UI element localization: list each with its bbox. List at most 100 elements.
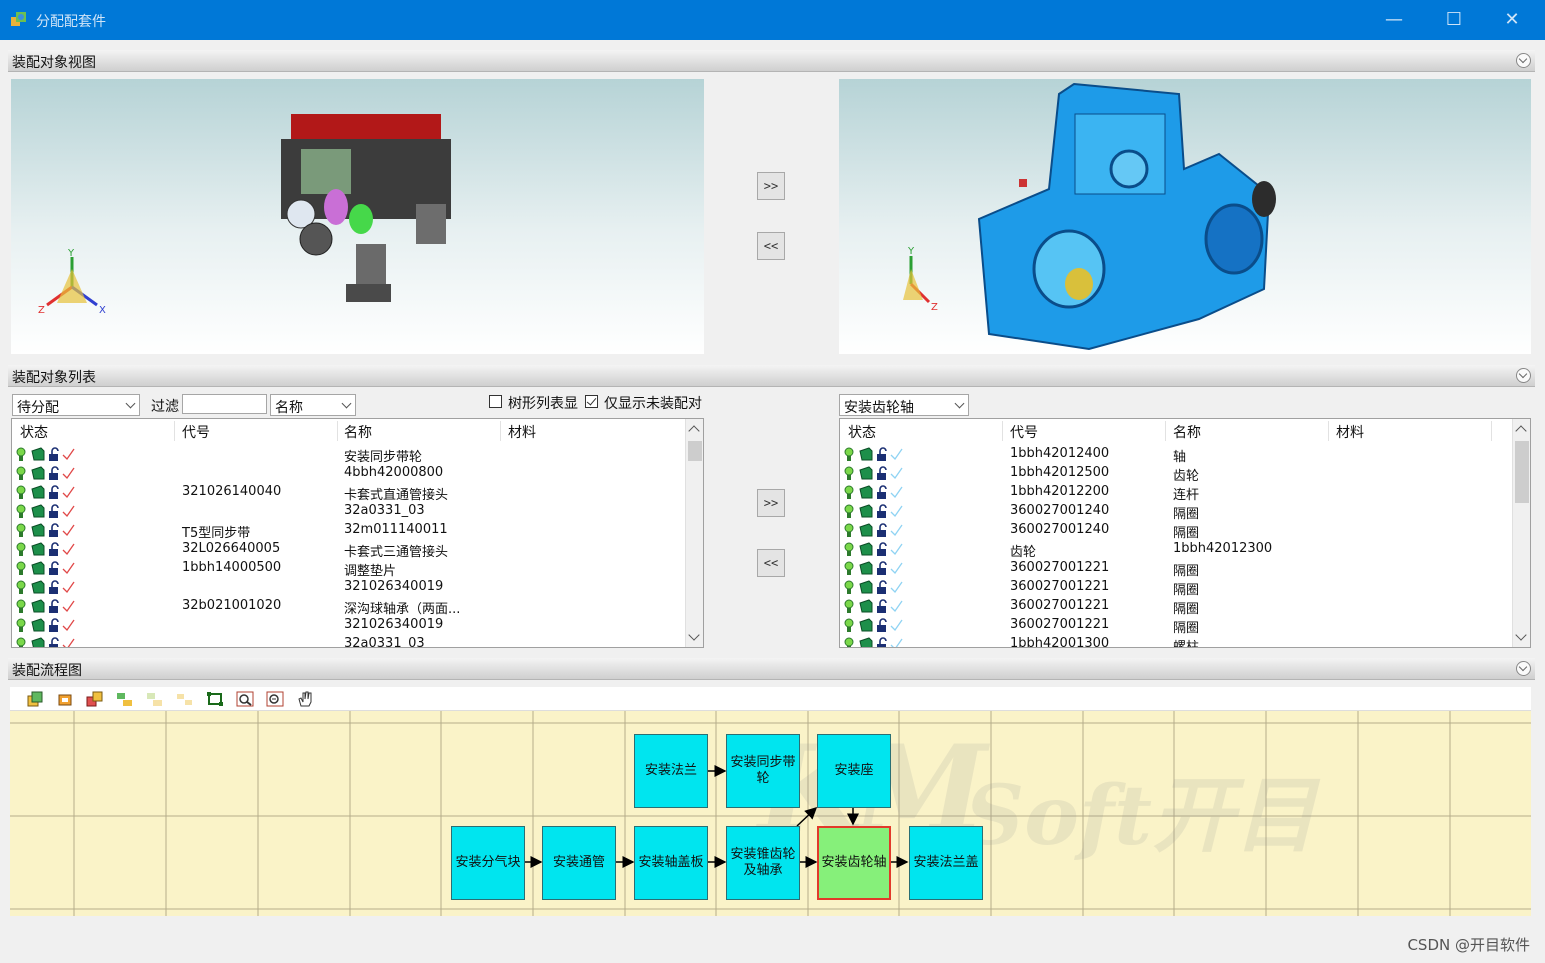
column-header-code[interactable]: 代号: [1010, 422, 1038, 442]
distribute-disabled-icon[interactable]: [176, 691, 194, 707]
assigned-object-list[interactable]: 状态 代号 名称 材料 1bbh42012400 轴 1bbh42012500 齿轮 1…: [839, 418, 1531, 648]
flow-node-air-block[interactable]: 安装分气块: [451, 826, 525, 900]
unassigned-only-checkbox[interactable]: [585, 395, 598, 408]
list-row[interactable]: 4bbh42000800: [12, 464, 703, 483]
flow-node-bevel-gear[interactable]: 安装锥齿轮及轴承: [726, 826, 800, 900]
assembly-flowchart[interactable]: KM Soft开目 安装法兰 安装同步带轮 安装座 安装分气块 安装通管 安装轴…: [10, 711, 1531, 916]
list-row[interactable]: 安装同步带轮: [12, 445, 703, 465]
column-header-material[interactable]: 材料: [1336, 422, 1364, 442]
row-code: 1bbh42012400: [1010, 446, 1110, 461]
row-code: 360027001221: [1010, 560, 1110, 575]
chevron-down-icon: [341, 398, 352, 409]
flow-node-seat[interactable]: 安装座: [817, 734, 891, 808]
section-list-header[interactable]: 装配对象列表: [8, 365, 1535, 387]
flow-node-flange-cover[interactable]: 安装法兰盖: [909, 826, 983, 900]
list-row[interactable]: 360027001221 隔圈: [840, 559, 1530, 579]
close-button[interactable]: ✕: [1483, 0, 1541, 40]
copy-icon[interactable]: [26, 691, 44, 707]
column-header-name[interactable]: 名称: [1173, 422, 1201, 442]
minimize-button[interactable]: —: [1365, 0, 1423, 40]
filter-field-select[interactable]: 名称: [270, 394, 356, 416]
row-name: 连杆: [1173, 488, 1200, 503]
list-row[interactable]: 1bbh14000500 调整垫片: [12, 559, 703, 579]
chevron-down-icon[interactable]: [1516, 661, 1531, 676]
fit-icon[interactable]: [206, 691, 224, 707]
align-icon[interactable]: [116, 691, 134, 707]
scroll-down-icon[interactable]: [1515, 629, 1527, 641]
list-move-left-button[interactable]: <<: [757, 549, 785, 577]
column-header-status[interactable]: 状态: [20, 422, 48, 442]
view-move-left-button[interactable]: <<: [757, 232, 785, 260]
list-row[interactable]: T5型同步带 32m011140011: [12, 521, 703, 541]
vertical-scrollbar[interactable]: [685, 419, 703, 647]
column-header-material[interactable]: 材料: [508, 422, 536, 442]
title-bar: 分配配套件 — ☐ ✕: [0, 0, 1545, 40]
pan-hand-icon[interactable]: [296, 691, 314, 707]
row-name: 32a0331_03: [344, 636, 425, 648]
filter-input[interactable]: [182, 394, 267, 414]
flow-node-shaft-cover[interactable]: 安装轴盖板: [634, 826, 708, 900]
group-icon[interactable]: [56, 691, 74, 707]
unassigned-only-label: 仅显示未装配对: [604, 396, 702, 412]
section-flow-header[interactable]: 装配流程图: [8, 658, 1535, 680]
zoom-out-icon[interactable]: [266, 691, 284, 707]
window-title: 分配配套件: [36, 14, 106, 30]
left-3d-viewport[interactable]: Y Z X: [11, 79, 704, 354]
list-row[interactable]: 360027001240 隔圈: [840, 502, 1530, 522]
zoom-in-icon[interactable]: [236, 691, 254, 707]
assembly-step-select[interactable]: 安装齿轮轴: [839, 394, 969, 416]
list-row[interactable]: 1bbh42012500 齿轮: [840, 464, 1530, 484]
column-header-code[interactable]: 代号: [182, 422, 210, 442]
section-view-header[interactable]: 装配对象视图: [8, 50, 1535, 72]
status-icons: [16, 618, 75, 632]
list-row[interactable]: 32L026640005 卡套式三通管接头: [12, 540, 703, 560]
row-name: 调整垫片: [344, 564, 397, 579]
tree-list-label: 树形列表显: [508, 396, 578, 412]
flow-node-flange[interactable]: 安装法兰: [634, 734, 708, 808]
scroll-up-icon[interactable]: [688, 425, 700, 437]
list-row[interactable]: 1bbh42012400 轴: [840, 445, 1530, 465]
list-row[interactable]: 齿轮 1bbh42012300: [840, 540, 1530, 560]
list-move-right-button[interactable]: >>: [757, 489, 785, 517]
scroll-up-icon[interactable]: [1515, 425, 1527, 437]
flow-node-tube[interactable]: 安装通管: [542, 826, 616, 900]
chevron-down-icon[interactable]: [1516, 368, 1531, 383]
filter-label: 过滤: [151, 399, 179, 415]
maximize-button[interactable]: ☐: [1425, 0, 1483, 40]
section-list-title: 装配对象列表: [12, 370, 96, 386]
vertical-scrollbar[interactable]: [1512, 419, 1530, 647]
list-row[interactable]: 32a0331_03: [12, 502, 703, 521]
list-row[interactable]: 360027001221 隔圈: [840, 578, 1530, 598]
list-row[interactable]: 360027001221 隔圈: [840, 597, 1530, 617]
list-row[interactable]: 321026340019: [12, 616, 703, 635]
section-flow-title: 装配流程图: [12, 663, 82, 679]
tree-list-checkbox[interactable]: [489, 395, 502, 408]
scrollbar-thumb[interactable]: [1515, 441, 1529, 503]
column-header-name[interactable]: 名称: [344, 422, 372, 442]
row-name: 1bbh42012300: [1173, 541, 1273, 556]
row-name: 深沟球轴承（两面...: [344, 602, 461, 617]
list-row[interactable]: 360027001240 隔圈: [840, 521, 1530, 541]
status-icons: [844, 599, 903, 613]
list-row[interactable]: 1bbh42012200 连杆: [840, 483, 1530, 503]
filter-field-value: 名称: [275, 400, 303, 416]
scroll-down-icon[interactable]: [688, 629, 700, 641]
align-disabled-icon[interactable]: [146, 691, 164, 707]
list-row[interactable]: 32a0331_03: [12, 635, 703, 648]
right-3d-viewport[interactable]: Y Z: [839, 79, 1531, 354]
list-row[interactable]: 32b021001020 深沟球轴承（两面...: [12, 597, 703, 617]
unassigned-object-list[interactable]: 状态 代号 名称 材料 安装同步带轮 4bbh42000800 3210261400…: [11, 418, 704, 648]
scrollbar-thumb[interactable]: [688, 441, 702, 461]
view-move-right-button[interactable]: >>: [757, 172, 785, 200]
list-row[interactable]: 321026140040 卡套式直通管接头: [12, 483, 703, 503]
status-filter-select[interactable]: 待分配: [12, 394, 140, 416]
chevron-down-icon[interactable]: [1516, 53, 1531, 68]
status-icons: [844, 447, 903, 461]
list-row[interactable]: 1bbh42001300 螺柱: [840, 635, 1530, 647]
list-row[interactable]: 321026340019: [12, 578, 703, 597]
column-header-status[interactable]: 状态: [848, 422, 876, 442]
ungroup-icon[interactable]: [86, 691, 104, 707]
flow-node-gear-shaft[interactable]: 安装齿轮轴: [817, 826, 891, 900]
flow-node-sync-wheel[interactable]: 安装同步带轮: [726, 734, 800, 808]
list-row[interactable]: 360027001221 隔圈: [840, 616, 1530, 636]
